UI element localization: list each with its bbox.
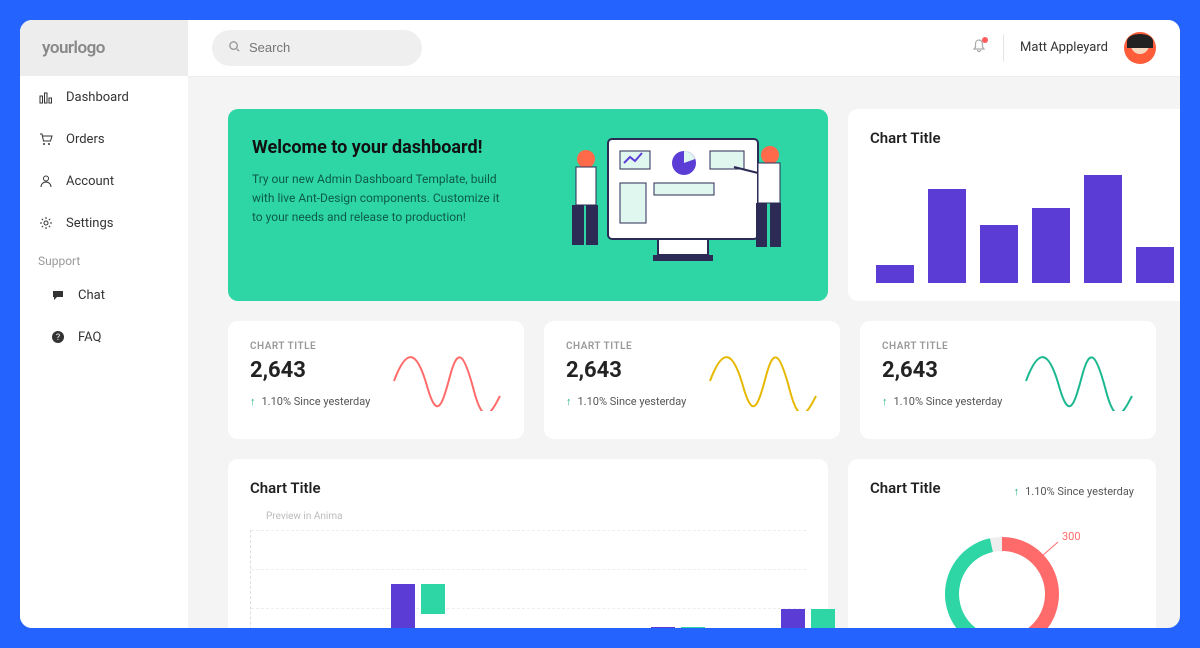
arrow-up-icon: ↑ (250, 395, 256, 408)
stat-card: CHART TITLE 2,643 ↑1.10% Since yesterday (228, 321, 524, 439)
bar (391, 584, 415, 628)
stat-change: ↑1.10% Since yesterday (882, 395, 1002, 408)
preview-label: Preview in Anima (266, 511, 806, 522)
user-name[interactable]: Matt Appleyard (1020, 40, 1108, 55)
sidebar-item-chat[interactable]: Chat (20, 274, 188, 316)
search-input[interactable] (249, 40, 406, 55)
chart-title: Chart Title (250, 479, 806, 497)
arrow-up-icon: ↑ (1014, 485, 1020, 498)
arrow-up-icon: ↑ (566, 395, 572, 408)
sidebar-item-label: Dashboard (66, 90, 129, 105)
sidebar-item-settings[interactable]: Settings (20, 202, 188, 244)
sidebar-item-faq[interactable]: ? FAQ (20, 316, 188, 358)
bar (781, 609, 805, 628)
ring-chart-card: Chart Title ↑1.10% Since yesterday 300 (848, 459, 1156, 628)
question-icon: ? (50, 329, 66, 345)
bar (421, 584, 445, 614)
arrow-up-icon: ↑ (882, 395, 888, 408)
welcome-card: Welcome to your dashboard! Try our new A… (228, 109, 828, 301)
bar (1084, 175, 1122, 283)
sidebar-item-label: FAQ (78, 330, 101, 345)
content: Welcome to your dashboard! Try our new A… (188, 77, 1180, 628)
bar (1032, 208, 1070, 282)
topbar: Matt Appleyard (188, 20, 1180, 77)
stat-change: ↑1.10% Since yesterday (250, 395, 370, 408)
svg-text:?: ? (56, 333, 60, 343)
avatar[interactable] (1124, 32, 1156, 64)
sidebar-item-dashboard[interactable]: Dashboard (20, 76, 188, 118)
big-bar-chart-card: Chart Title Preview in Anima (228, 459, 828, 628)
stat-card: CHART TITLE 2,643 ↑1.10% Since yesterday (544, 321, 840, 439)
bar (928, 189, 966, 283)
brand-logo: yourlogo (20, 20, 188, 76)
ring-change: ↑1.10% Since yesterday (1014, 485, 1134, 498)
stat-value: 2,643 (566, 358, 686, 383)
welcome-title: Welcome to your dashboard! (252, 137, 502, 158)
donut-slice-label: 300 (1062, 530, 1081, 543)
welcome-illustration-icon (558, 129, 798, 279)
sidebar-item-account[interactable]: Account (20, 160, 188, 202)
stat-title: CHART TITLE (882, 341, 1002, 352)
sidebar: yourlogo Dashboard Orders Account Settin… (20, 20, 188, 628)
top-bar-chart-card: Chart Title (848, 109, 1180, 301)
notification-dot-icon (982, 37, 988, 43)
grouped-bar-chart (250, 530, 806, 628)
gear-icon (38, 215, 54, 231)
chat-icon (50, 287, 66, 303)
sparkline-icon (708, 341, 818, 411)
notifications-button[interactable] (971, 38, 987, 58)
bar (980, 225, 1018, 283)
stat-card: CHART TITLE 2,643 ↑1.10% Since yesterday (860, 321, 1156, 439)
sparkline-icon (1024, 341, 1134, 411)
sidebar-item-orders[interactable]: Orders (20, 118, 188, 160)
sidebar-item-label: Chat (78, 288, 105, 303)
main-area: Matt Appleyard Welcome to your dashboard… (188, 20, 1180, 628)
bar (1136, 247, 1174, 283)
sidebar-item-label: Account (66, 174, 114, 189)
sidebar-item-label: Orders (66, 132, 105, 147)
cart-icon (38, 131, 54, 147)
bar-group (391, 584, 445, 628)
app-shell: yourlogo Dashboard Orders Account Settin… (20, 20, 1180, 628)
sparkline-icon (392, 341, 502, 411)
sidebar-item-label: Settings (66, 216, 113, 231)
bar-chart (870, 163, 1180, 283)
donut-chart: 300 (902, 504, 1102, 628)
divider (1003, 34, 1004, 62)
stat-value: 2,643 (250, 358, 370, 383)
bar (876, 265, 914, 283)
search-icon (228, 38, 241, 57)
bar (811, 609, 835, 628)
sidebar-section-support: Support (20, 244, 188, 274)
primary-nav: Dashboard Orders Account Settings Suppor… (20, 76, 188, 358)
stat-title: CHART TITLE (250, 341, 370, 352)
stat-title: CHART TITLE (566, 341, 686, 352)
bar-chart-icon (38, 89, 54, 105)
search-box[interactable] (212, 30, 422, 66)
chart-title: Chart Title (870, 479, 941, 497)
person-icon (38, 173, 54, 189)
welcome-body: Try our new Admin Dashboard Template, bu… (252, 170, 502, 228)
bar-group (781, 609, 835, 628)
chart-title: Chart Title (870, 129, 1180, 147)
stat-value: 2,643 (882, 358, 1002, 383)
stat-change: ↑1.10% Since yesterday (566, 395, 686, 408)
